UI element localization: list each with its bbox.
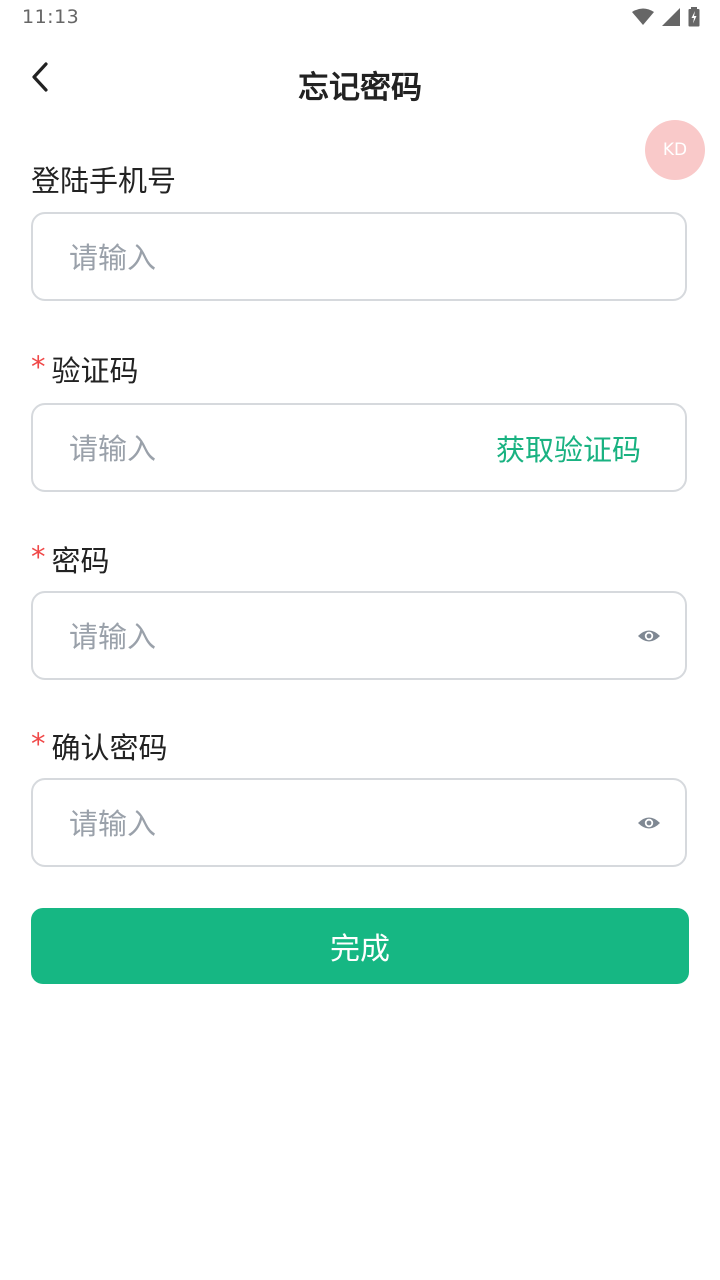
phone-field xyxy=(31,212,687,301)
code-field: 获取验证码 xyxy=(31,403,687,492)
eye-icon[interactable] xyxy=(637,812,661,834)
required-mark: * xyxy=(31,540,46,574)
forgot-password-screen: 11:13 忘记密码 KD 登陆手机号 请输入 * 验证码 请输入 获取验证码 … xyxy=(0,0,720,1280)
confirm-password-label-text: 确认密码 xyxy=(51,731,168,765)
confirm-password-label: * 确认密码 xyxy=(31,725,168,767)
eye-icon[interactable] xyxy=(637,625,661,647)
required-mark: * xyxy=(31,350,46,384)
code-label: * 验证码 xyxy=(31,348,139,390)
floating-avatar-badge[interactable]: KD xyxy=(645,120,705,180)
confirm-password-input[interactable] xyxy=(67,780,491,867)
page-title: 忘记密码 xyxy=(298,70,422,106)
header: 忘记密码 xyxy=(0,48,720,112)
code-label-text: 验证码 xyxy=(51,354,139,388)
status-bar: 11:13 xyxy=(0,0,720,36)
status-time: 11:13 xyxy=(22,6,80,28)
signal-icon xyxy=(662,8,680,26)
get-code-button[interactable]: 获取验证码 xyxy=(496,405,641,490)
confirm-password-field xyxy=(31,778,687,867)
submit-button[interactable]: 完成 xyxy=(31,908,689,984)
code-input[interactable] xyxy=(67,405,491,492)
password-label: * 密码 xyxy=(31,538,110,580)
password-field xyxy=(31,591,687,680)
phone-input[interactable] xyxy=(67,214,491,301)
status-icons xyxy=(632,7,700,27)
password-input[interactable] xyxy=(67,593,491,680)
battery-icon xyxy=(688,7,700,27)
wifi-icon xyxy=(632,8,654,26)
phone-label-text: 登陆手机号 xyxy=(31,164,177,198)
required-mark: * xyxy=(31,727,46,761)
phone-label: 登陆手机号 xyxy=(31,158,176,200)
password-label-text: 密码 xyxy=(51,544,110,578)
